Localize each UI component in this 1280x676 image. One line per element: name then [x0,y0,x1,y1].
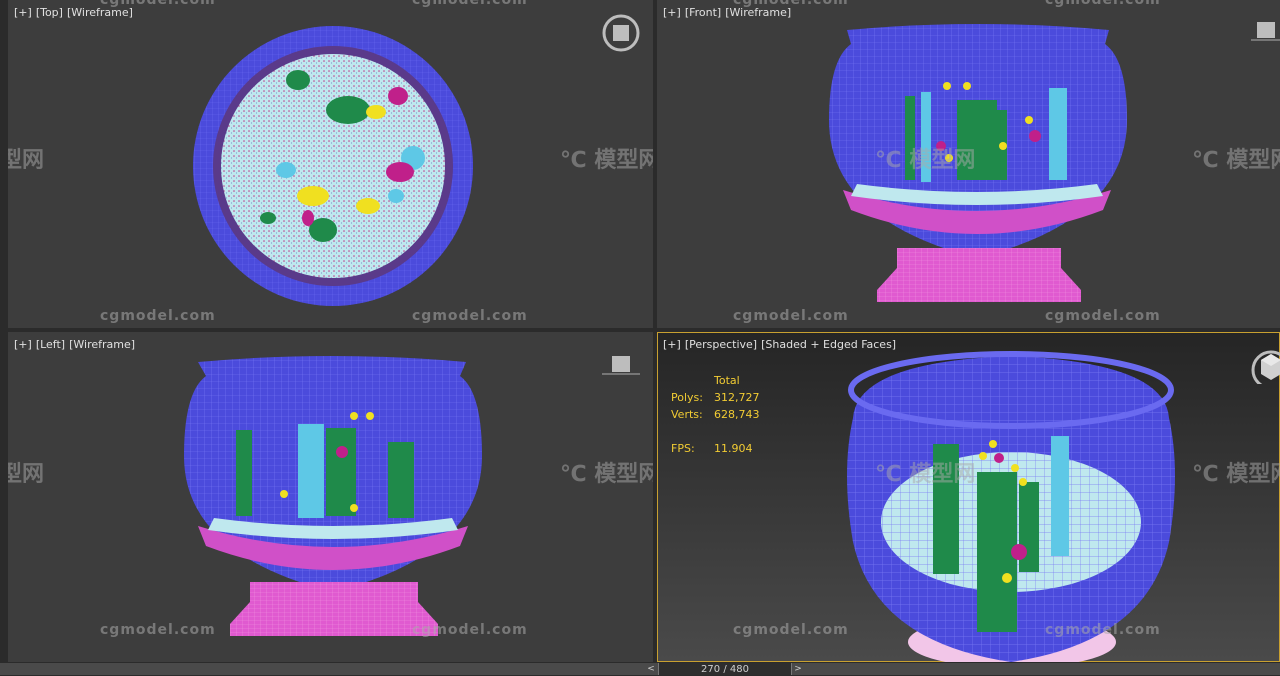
viewcube-front-icon[interactable] [1251,18,1280,42]
stats-verts-label: Verts: [671,408,703,421]
viewport-menu-plus[interactable]: [+] [14,6,32,19]
viewport-perspective[interactable]: [+] [Perspective] [Shaded + Edged Faces] T… [657,332,1280,662]
watermark-icon: ℃ [1192,148,1219,173]
watermark-site: cgmodel.com [733,308,849,324]
viewport-shading-mode[interactable]: [Wireframe] [69,338,135,351]
stats-fps-value: 11.904 [714,442,753,455]
viewcube-top-icon[interactable] [602,14,640,52]
viewport-label-top[interactable]: [+] [Top] [Wireframe] [14,6,137,19]
watermark-site: cgmodel.com [100,622,216,638]
viewport-menu-plus[interactable]: [+] [663,6,681,19]
stats-polys-label: Polys: [671,391,703,404]
viewport-label-front[interactable]: [+] [Front] [Wireframe] [663,6,795,19]
stats-verts-value: 628,743 [714,408,760,421]
viewport-view-name[interactable]: [Left] [36,338,65,351]
watermark-site: cgmodel.com [412,0,528,8]
watermark-logo: ℃ 模型网 [1192,462,1280,487]
viewport-menu-plus[interactable]: [+] [14,338,32,351]
watermark-logo: ℃ 模型网 [560,462,653,487]
watermark-site: cgmodel.com [733,622,849,638]
timeline-bar: < 270 / 480 > [0,663,1280,675]
viewport-view-name[interactable]: [Top] [36,6,63,19]
watermark-logo: ℃ 模型网 [560,148,653,173]
viewport-label-perspective[interactable]: [+] [Perspective] [Shaded + Edged Faces] [663,338,900,351]
time-slider[interactable]: 270 / 480 [658,663,792,675]
watermark-icon: ℃ [875,462,902,487]
viewport-menu-plus[interactable]: [+] [663,338,681,351]
watermark-site: cgmodel.com [412,622,528,638]
watermark-icon: ℃ [875,148,902,173]
watermark-icon: ℃ [560,148,587,173]
viewport-label-left[interactable]: [+] [Left] [Wireframe] [14,338,139,351]
viewport-shading-mode[interactable]: [Shaded + Edged Faces] [761,338,896,351]
top-view-model [193,26,473,306]
stats-verts-row: Verts: 628,743 [671,406,760,423]
timeline-prev-button[interactable]: < [644,663,658,675]
left-view-model [184,356,482,636]
watermark-site: cgmodel.com [100,308,216,324]
viewport-top[interactable]: [+] [Top] [Wireframe] 型网 ℃ 模型网 cgmodel.c… [8,0,653,328]
watermark-icon: ℃ [1192,462,1219,487]
watermark-logo: 型网 [8,148,45,173]
viewport-shading-mode[interactable]: [Wireframe] [725,6,791,19]
viewport-front[interactable]: [+][Front][Wireframe] 型网 ℃ 模型网 [657,0,1280,328]
viewcube-perspective-icon[interactable] [1249,350,1280,384]
stats-fps-label: FPS: [671,442,695,455]
stats-polys-value: 312,727 [714,391,760,404]
stats-header: Total [714,374,740,387]
watermark-logo: 型网 [8,462,45,487]
viewport-left[interactable]: [+] [Left] [Wireframe] 型网 ℃ 模型网 cgmodel.co… [8,332,653,662]
watermark-logo: ℃ 模型网 [1192,148,1280,173]
watermark-site: cgmodel.com [412,308,528,324]
viewport-view-name[interactable]: [Perspective] [685,338,757,351]
watermark-icon: ℃ [560,462,587,487]
stats-overlay: Total Polys: 312,727 Verts: 628,743 FPS: 11… [671,372,760,457]
watermark-site: cgmodel.com [1045,0,1161,8]
watermark-logo: ℃ 模型网 [875,462,976,487]
watermark-site: cgmodel.com [1045,622,1161,638]
watermark-site: cgmodel.com [1045,308,1161,324]
watermark-logo: ℃ 模型网 [875,148,976,173]
viewport-shading-mode[interactable]: [Wireframe] [67,6,133,19]
viewport-view-name[interactable]: [Front] [685,6,721,19]
viewcube-left-icon[interactable] [602,352,640,378]
timeline-next-button[interactable]: > [791,663,805,675]
stats-fps-row: FPS: 11.904 [671,440,760,457]
stats-polys-row: Polys: 312,727 [671,389,760,406]
